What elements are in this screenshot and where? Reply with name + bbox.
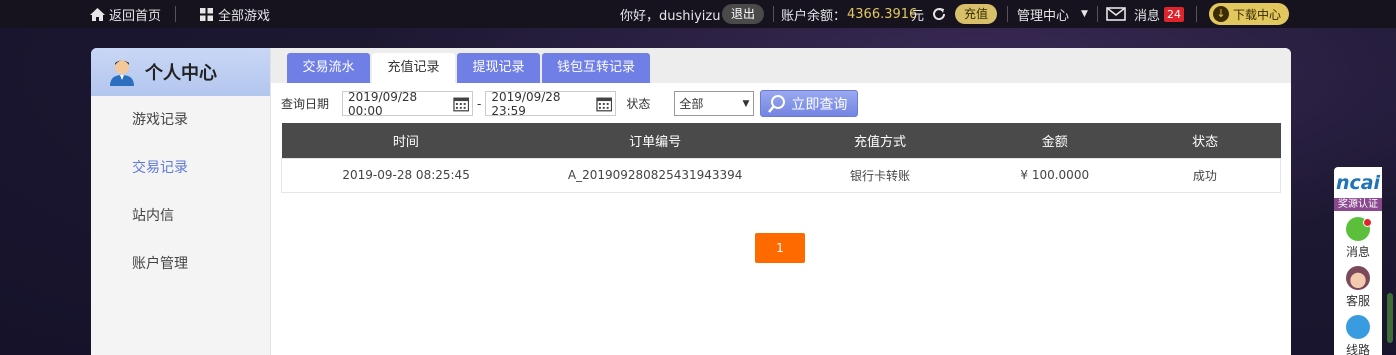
start-date-value: 2019/09/28 00:00 (348, 89, 418, 118)
messages-link[interactable]: 消息 24 (1106, 0, 1185, 28)
cell-recharge-method: 银行卡转账 (849, 168, 910, 183)
customer-service-icon (1346, 266, 1370, 290)
cell-status: 成功 (1192, 168, 1217, 183)
logout-button[interactable]: 退出 (722, 4, 765, 24)
tab-transaction-flow[interactable]: 交易流水 (287, 53, 370, 83)
tab-bar: 交易流水 充值记录 提现记录 钱包互转记录 (271, 48, 1291, 83)
ncai-logo: ncai (1335, 172, 1381, 194)
search-icon (768, 94, 786, 113)
balance-label: 账户余额： (781, 8, 847, 24)
all-games-link[interactable]: 全部游戏 (200, 0, 270, 28)
sidebar-item-game-records[interactable]: 游戏记录 (91, 96, 270, 144)
divider (773, 6, 774, 22)
float-route-button[interactable]: 线路 (1334, 315, 1382, 355)
right-float-bar: ncai 奖源认证 消息 客服 线路 (1334, 167, 1382, 355)
speedometer-icon (1346, 315, 1370, 339)
float-messages-button[interactable]: 消息 (1334, 217, 1382, 263)
notification-dot (1363, 218, 1372, 227)
grid-icon (200, 7, 213, 21)
end-date-input[interactable]: 2019/09/28 23:59 (485, 89, 617, 118)
column-header-recharge-method: 充值方式 (853, 134, 906, 150)
table-row: 2019-09-28 08:25:45 A_201909280825431943… (281, 158, 1281, 192)
float-route-label: 线路 (1345, 343, 1370, 355)
table-header-row: 时间 订单编号 充值方式 金额 状态 (281, 123, 1281, 158)
end-date-value: 2019/09/28 23:59 (491, 89, 561, 118)
divider (1196, 6, 1197, 22)
ncai-certification-badge[interactable]: ncai 奖源认证 (1334, 167, 1382, 214)
sidebar-item-inbox[interactable]: 站内信 (91, 192, 270, 240)
status-label: 状态 (626, 97, 651, 111)
select-arrow-icon: ▼ (742, 98, 750, 109)
home-link-label: 返回首页 (109, 8, 162, 24)
home-icon (90, 7, 105, 21)
filter-bar: 查询日期 2019/09/28 00:00 - 2019/09/28 23:59… (281, 89, 859, 118)
sidebar-item-account-management[interactable]: 账户管理 (91, 240, 270, 288)
home-link[interactable]: 返回首页 (90, 0, 161, 28)
balance-unit: 元 (911, 8, 925, 24)
date-range-dash: - (477, 96, 482, 111)
calendar-icon (596, 97, 613, 112)
pagination-page-button[interactable]: 1 (755, 233, 805, 263)
user-avatar-icon (110, 60, 134, 86)
tab-wallet-transfer-records[interactable]: 钱包互转记录 (542, 53, 650, 83)
sidebar-header: 个人中心 (91, 48, 270, 96)
messages-label: 消息 (1134, 8, 1161, 24)
top-navigation-bar: 返回首页 全部游戏 你好，dushiyizu 退出 账户余额： 4366.391… (0, 0, 1396, 28)
start-date-input[interactable]: 2019/09/28 00:00 (342, 89, 474, 118)
tab-recharge-records[interactable]: 充值记录 (372, 53, 455, 83)
divider (1097, 6, 1098, 22)
divider (1007, 6, 1008, 22)
mail-icon (1106, 7, 1126, 21)
column-header-order-number: 订单编号 (629, 134, 682, 150)
column-header-amount: 金额 (1041, 134, 1068, 150)
status-select-value: 全部 (679, 97, 704, 111)
message-count-badge: 24 (1164, 6, 1185, 22)
greeting-text: 你好，dushiyizu (620, 8, 721, 24)
float-messages-label: 消息 (1345, 245, 1370, 259)
status-select[interactable]: 全部 ▼ (674, 91, 755, 116)
calendar-icon (452, 97, 469, 112)
column-header-time: 时间 (392, 134, 419, 150)
float-service-button[interactable]: 客服 (1334, 266, 1382, 312)
balance-value: 4366.3916 (847, 6, 918, 22)
certification-label: 奖源认证 (1334, 198, 1382, 211)
download-center-label: 下载中心 (1233, 7, 1282, 22)
caret-down-icon: ▼ (1081, 9, 1088, 19)
divider (175, 6, 176, 22)
recharge-button[interactable]: 充值 (955, 4, 998, 24)
date-label: 查询日期 (281, 97, 330, 111)
scrollbar-thumb[interactable] (1387, 293, 1393, 343)
sidebar: 个人中心 游戏记录 交易记录 站内信 账户管理 (91, 48, 271, 355)
recharge-records-table: 时间 订单编号 充值方式 金额 状态 2019-09-28 08:25:45 A… (281, 123, 1281, 193)
main-panel: 个人中心 游戏记录 交易记录 站内信 账户管理 交易流水 充值记录 提现记录 钱… (91, 48, 1291, 355)
sidebar-item-transaction-records[interactable]: 交易记录 (91, 144, 270, 192)
download-center-button[interactable]: ↓ 下载中心 (1209, 3, 1290, 25)
float-service-label: 客服 (1345, 294, 1370, 308)
content-area: 交易流水 充值记录 提现记录 钱包互转记录 查询日期 2019/09/28 00… (271, 48, 1291, 355)
manage-center-menu[interactable]: 管理中心 ▼ (1017, 0, 1088, 28)
refresh-button[interactable] (931, 0, 947, 28)
cell-amount: ¥ 100.0000 (1020, 168, 1090, 182)
all-games-label: 全部游戏 (218, 8, 271, 24)
cell-time: 2019-09-28 08:25:45 (342, 168, 470, 182)
cell-order-number: A_20190928082543194339​4 (567, 168, 743, 182)
column-header-status: 状态 (1192, 134, 1219, 150)
query-button[interactable]: 立即查询 (760, 90, 859, 117)
query-button-label: 立即查询 (791, 96, 848, 113)
sidebar-title: 个人中心 (145, 63, 217, 84)
manage-center-label: 管理中心 (1017, 8, 1070, 24)
tab-withdrawal-records[interactable]: 提现记录 (457, 53, 540, 83)
refresh-icon (933, 8, 946, 21)
download-icon: ↓ (1213, 6, 1229, 22)
